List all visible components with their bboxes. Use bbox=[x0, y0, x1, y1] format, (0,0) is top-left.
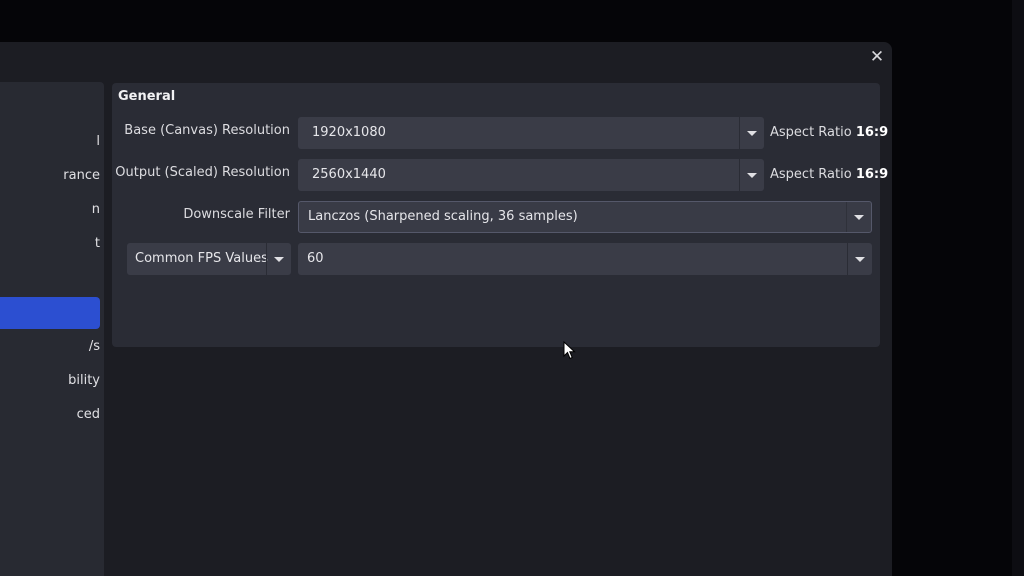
sidebar-item-advanced[interactable]: ced bbox=[0, 399, 100, 431]
mouse-cursor-icon bbox=[563, 341, 576, 360]
sidebar-item-label: ced bbox=[76, 407, 100, 422]
close-icon: ✕ bbox=[869, 47, 885, 67]
fps-type-combo[interactable]: Common FPS Values bbox=[127, 243, 291, 275]
aspect-ratio-label: Aspect Ratio bbox=[770, 125, 852, 140]
aspect-ratio-value: 16:9 bbox=[855, 125, 889, 140]
base-resolution-value: 1920x1080 bbox=[312, 125, 386, 140]
downscale-filter-label: Downscale Filter bbox=[183, 207, 290, 222]
chevron-down-icon[interactable] bbox=[846, 202, 871, 232]
sidebar-item-label: bility bbox=[68, 373, 100, 388]
chevron-down-icon[interactable] bbox=[266, 243, 291, 275]
sidebar-item-label: l bbox=[96, 134, 100, 149]
chevron-down-icon[interactable] bbox=[739, 159, 764, 191]
fps-type-value: Common FPS Values bbox=[135, 251, 268, 266]
sidebar-item-audio[interactable] bbox=[0, 262, 100, 294]
close-button[interactable]: ✕ bbox=[866, 46, 888, 68]
sidebar-item-appearance[interactable]: rance bbox=[0, 160, 100, 192]
sidebar-item-label: t bbox=[94, 236, 100, 251]
sidebar-item-video[interactable] bbox=[0, 297, 100, 329]
downscale-filter-value: Lanczos (Sharpened scaling, 36 samples) bbox=[308, 209, 578, 224]
background-strip bbox=[1012, 0, 1024, 576]
sidebar-item-label: /s bbox=[88, 339, 100, 354]
output-resolution-value: 2560x1440 bbox=[312, 167, 386, 182]
sidebar-item-label: n bbox=[91, 202, 100, 217]
fps-value-combo[interactable]: 60 bbox=[298, 243, 872, 275]
base-aspect-ratio: Aspect Ratio 16:9 bbox=[770, 125, 888, 140]
chevron-down-icon[interactable] bbox=[739, 117, 764, 149]
settings-dialog: ✕ l rance n t /s bility ced General Base… bbox=[0, 42, 892, 576]
sidebar-item-accessibility[interactable]: bility bbox=[0, 365, 100, 397]
downscale-filter-combo[interactable]: Lanczos (Sharpened scaling, 36 samples) bbox=[298, 201, 872, 233]
settings-sidebar: l rance n t /s bility ced bbox=[0, 82, 104, 576]
output-aspect-ratio: Aspect Ratio 16:9 bbox=[770, 167, 888, 182]
chevron-down-icon[interactable] bbox=[847, 243, 872, 275]
base-resolution-label: Base (Canvas) Resolution bbox=[124, 123, 290, 138]
sidebar-item-general[interactable]: l bbox=[0, 126, 100, 158]
sidebar-item-hotkeys[interactable]: /s bbox=[0, 331, 100, 363]
sidebar-item-stream[interactable]: n bbox=[0, 194, 100, 226]
section-title: General bbox=[118, 89, 176, 104]
general-section: General Base (Canvas) Resolution 1920x10… bbox=[112, 83, 888, 347]
base-resolution-combo[interactable]: 1920x1080 bbox=[298, 117, 764, 149]
aspect-ratio-value: 16:9 bbox=[855, 167, 889, 182]
output-resolution-combo[interactable]: 2560x1440 bbox=[298, 159, 764, 191]
output-resolution-label: Output (Scaled) Resolution bbox=[115, 165, 290, 180]
aspect-ratio-label: Aspect Ratio bbox=[770, 167, 852, 182]
sidebar-item-label: rance bbox=[63, 168, 100, 183]
sidebar-item-output[interactable]: t bbox=[0, 228, 100, 260]
fps-value: 60 bbox=[307, 251, 324, 266]
